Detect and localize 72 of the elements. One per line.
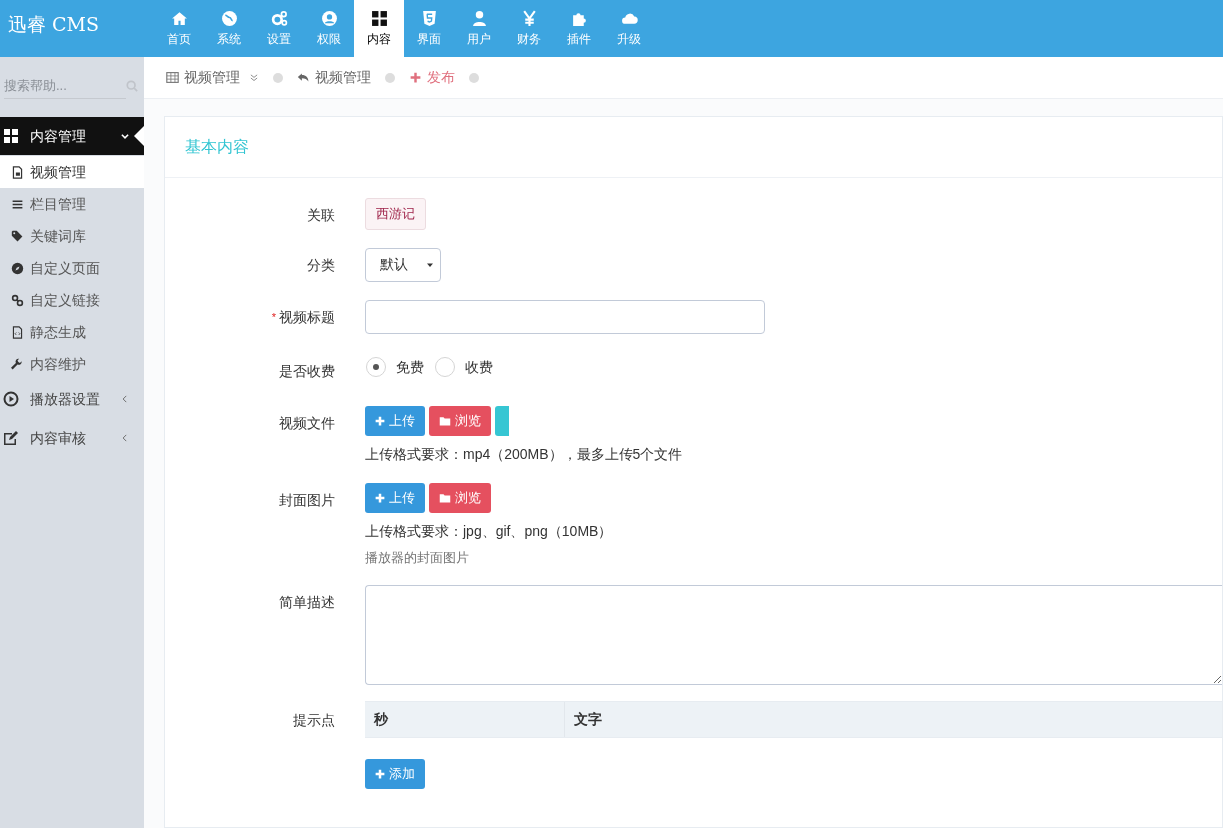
field-label: 是否收费	[279, 361, 335, 381]
grid-icon	[3, 128, 19, 144]
chevron-left-icon	[120, 394, 130, 404]
field-label: 视频标题	[279, 307, 335, 327]
logo: 迅睿 CMS	[7, 12, 101, 37]
play-icon	[3, 391, 19, 407]
code-file-icon	[11, 325, 24, 339]
double-chevron-icon	[249, 72, 259, 83]
edit-icon	[3, 430, 19, 446]
home-icon	[170, 9, 188, 27]
compass-icon	[11, 261, 24, 275]
link-icon	[11, 293, 24, 307]
table-icon	[166, 71, 179, 84]
tag-icon	[11, 229, 24, 243]
description-textarea[interactable]	[365, 585, 1222, 685]
browse-button[interactable]: 浏览	[429, 405, 491, 436]
user-icon	[470, 9, 488, 27]
upload-button[interactable]: 上传	[365, 405, 425, 436]
breadcrumb-link[interactable]: 视频管理	[297, 67, 371, 88]
add-button[interactable]: 添加	[365, 759, 425, 789]
category-select[interactable]: 默认	[365, 247, 441, 282]
plus-icon	[375, 492, 385, 503]
sidebar-item[interactable]: 关键词库	[0, 220, 144, 252]
chevron-down-icon	[120, 131, 130, 141]
column-header: 秒	[365, 702, 565, 737]
menu-icon	[11, 197, 24, 211]
shield-five-icon	[420, 9, 438, 27]
radio-label: 免费	[396, 357, 424, 377]
sidebar-item[interactable]: 栏目管理	[0, 188, 144, 220]
upload-button[interactable]: 上传	[365, 482, 425, 513]
sidebar-item[interactable]: 静态生成	[0, 316, 144, 348]
field-label: 关联	[307, 206, 335, 225]
wrench-icon	[11, 357, 24, 371]
nav-tab[interactable]: 内容	[354, 0, 404, 57]
field-label: 封面图片	[279, 490, 335, 510]
gears-icon	[270, 9, 288, 27]
search-icon	[126, 79, 138, 93]
panel-title: 基本内容	[165, 117, 1222, 178]
radio-label: 收费	[465, 357, 493, 377]
plus-icon	[375, 769, 385, 779]
plus-icon	[375, 415, 385, 426]
sidebar-group[interactable]: 内容审核	[0, 419, 144, 457]
chevron-left-icon	[120, 433, 130, 443]
folder-icon	[439, 491, 451, 504]
title-input[interactable]	[365, 299, 765, 334]
grid-icon	[370, 9, 388, 27]
sidebar-item[interactable]: 自定义链接	[0, 284, 144, 316]
format-hint: 上传格式要求：jpg、gif、png（10MB）	[365, 521, 614, 541]
breadcrumb-link[interactable]: 发布	[409, 67, 455, 88]
required-asterisk: *	[271, 309, 276, 325]
user-circle-icon	[320, 9, 338, 27]
related-tag[interactable]: 西游记	[365, 198, 426, 230]
field-label: 提示点	[293, 711, 335, 730]
breadcrumb-link[interactable]: 视频管理	[166, 67, 259, 88]
column-header: 文字	[573, 710, 603, 729]
cut-off-button[interactable]	[495, 405, 509, 436]
help-text: 播放器的封面图片	[365, 548, 470, 567]
field-label: 分类	[307, 255, 335, 275]
field-label: 简单描述	[279, 593, 335, 612]
sidebar-item[interactable]: 内容维护	[0, 348, 144, 380]
format-hint: 上传格式要求：mp4（200MB），最多上传5个文件	[365, 444, 684, 464]
search-field[interactable]: 搜索帮助...	[4, 73, 126, 99]
document-icon	[11, 165, 24, 179]
reply-arrow-icon	[297, 71, 310, 84]
field-label: 视频文件	[279, 413, 335, 433]
sidebar-group[interactable]: 内容管理	[0, 117, 144, 155]
sidebar-item[interactable]: 视频管理	[0, 156, 144, 188]
sidebar-group[interactable]: 播放器设置	[0, 380, 144, 418]
plus-icon	[409, 71, 422, 84]
browse-button[interactable]: 浏览	[429, 482, 491, 513]
sidebar-item[interactable]: 自定义页面	[0, 252, 144, 284]
folder-icon	[439, 414, 451, 427]
